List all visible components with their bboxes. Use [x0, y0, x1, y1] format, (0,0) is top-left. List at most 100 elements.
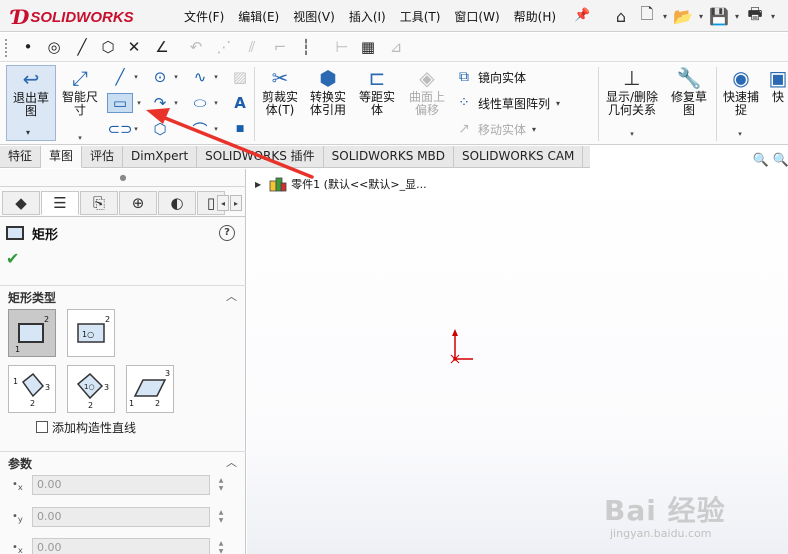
add-construction-checkbox[interactable] [36, 421, 48, 433]
rapid-sketch-button[interactable]: ▣ 快 [768, 65, 788, 104]
arc-tool-icon[interactable]: ↷ [150, 93, 170, 113]
configuration-manager-tab-icon[interactable]: ⎘ [80, 191, 118, 215]
parallelogram-button[interactable]: 1 3 2 [126, 365, 174, 413]
corner-rectangle-button[interactable]: 1 2 [8, 309, 56, 357]
menu-view[interactable]: 视图(V) [287, 6, 341, 26]
rectangle-type-section-header[interactable]: 矩形类型 ︿ [0, 285, 246, 305]
quick-snaps-dropdown-icon[interactable]: ▾ [736, 129, 744, 139]
centerline-icon[interactable]: ┆ [294, 36, 318, 58]
print-icon[interactable]: 🖶 [742, 3, 768, 29]
tab-sketch[interactable]: 草图 [41, 146, 83, 168]
ellipse-tool-icon[interactable]: ⬭ [190, 93, 210, 113]
mirror-entities-button[interactable]: ⧉ 镜向实体 [454, 67, 526, 87]
print-dropdown-icon[interactable]: ▾ [768, 12, 778, 21]
menu-window[interactable]: 窗口(W) [448, 6, 505, 26]
arc-dropdown-icon[interactable]: ▾ [172, 98, 180, 108]
solidworks-logo[interactable]: Ɗ SOLIDWORKS [12, 5, 134, 29]
help-icon[interactable]: ? [219, 225, 235, 241]
dimxpert-manager-tab-icon[interactable]: ⊕ [119, 191, 157, 215]
tab-cam[interactable]: SOLIDWORKS CAM [454, 146, 584, 168]
feature-tree-flyout[interactable]: ▶ 零件1 (默认<<默认>_显... [255, 175, 427, 193]
three-point-center-rectangle-button[interactable]: 1○ 3 2 [67, 365, 115, 413]
new-document-icon[interactable]: 🗋 [634, 3, 660, 29]
exit-sketch-button[interactable]: ↩ 退出草 图 ▾ [6, 65, 56, 141]
trim-x-icon[interactable]: ✕ [122, 36, 146, 58]
feature-manager-tab-icon[interactable]: ◆ [2, 191, 40, 215]
offset-entities-button[interactable]: ⊏ 等距实 体 [354, 65, 400, 117]
tab-evaluate[interactable]: 评估 [82, 146, 124, 168]
quick-snaps-button[interactable]: ◉ 快速捕 捉 [718, 65, 764, 117]
circle-dropdown-icon[interactable]: ▾ [172, 72, 180, 82]
rectangle-dropdown-icon[interactable]: ▾ [135, 98, 143, 108]
line-dropdown-icon[interactable]: ▾ [132, 72, 140, 82]
linear-pattern-dropdown-icon[interactable]: ▾ [556, 99, 560, 108]
zoom-area-icon[interactable]: 🔍 [772, 151, 788, 169]
display-relations-dropdown-icon[interactable]: ▾ [628, 129, 636, 139]
spline-tool-icon[interactable]: ∿ [190, 67, 210, 87]
panel-splitter[interactable]: ● [0, 169, 246, 187]
tab-dimxpert[interactable]: DimXpert [123, 146, 198, 168]
smart-dimension-button[interactable]: ⤢ 智能尺 寸 [58, 65, 102, 117]
exit-sketch-dropdown-icon[interactable]: ▾ [26, 128, 30, 137]
open-dropdown-icon[interactable]: ▾ [696, 12, 706, 21]
center-rectangle-button[interactable]: 1○ 2 [67, 309, 115, 357]
param-spinner-icon[interactable]: ▲ ▼ [214, 507, 228, 527]
toolbar-grip[interactable] [5, 39, 8, 57]
param-y-input[interactable]: 0.00 [32, 507, 210, 527]
line-icon[interactable]: ╱ [70, 36, 94, 58]
text-tool-icon[interactable]: A [230, 93, 250, 113]
polygon-icon[interactable]: ⬡ [96, 36, 120, 58]
smart-dimension-dropdown-icon[interactable]: ▾ [76, 133, 84, 143]
spline-dropdown-icon[interactable]: ▾ [212, 72, 220, 82]
ellipse-dropdown-icon[interactable]: ▾ [212, 98, 220, 108]
rectangle-tool-icon[interactable]: ▭ [107, 93, 133, 113]
fillet-dropdown-icon[interactable]: ▾ [212, 124, 220, 134]
line-tool-icon[interactable]: ╱ [110, 67, 130, 87]
slot-dropdown-icon[interactable]: ▾ [132, 124, 140, 134]
collapse-chevron-icon[interactable]: ︿ [226, 454, 237, 470]
display-manager-tab-icon[interactable]: ◐ [158, 191, 196, 215]
open-folder-icon[interactable]: 📂 [670, 3, 696, 29]
add-construction-lines[interactable]: 添加构造性直线 [36, 419, 136, 435]
circle-icon[interactable]: ◎ [42, 36, 66, 58]
tab-scroll-left-icon[interactable]: ◂ [217, 195, 229, 211]
point-icon[interactable]: • [16, 36, 40, 58]
menu-help[interactable]: 帮助(H) [508, 6, 562, 26]
save-dropdown-icon[interactable]: ▾ [732, 12, 742, 21]
menu-insert[interactable]: 插入(I) [343, 6, 392, 26]
property-manager-tab-icon[interactable]: ☰ [41, 191, 79, 215]
fillet-tool-icon[interactable]: ⌒ [190, 119, 210, 139]
home-icon[interactable]: ⌂ [608, 3, 634, 29]
slot-tool-icon[interactable]: ⊂⊃ [107, 119, 132, 139]
menu-tools[interactable]: 工具(T) [394, 6, 447, 26]
param-x-input[interactable]: 0.00 [32, 475, 210, 495]
display-relations-button[interactable]: ⊥ 显示/删除 几何关系 [600, 65, 664, 117]
circle-tool-icon[interactable]: ⊙ [150, 67, 170, 87]
param-spinner-icon[interactable]: ▲ ▼ [214, 538, 228, 554]
param-x2-input[interactable]: 0.00 [32, 538, 210, 554]
param-spinner-icon[interactable]: ▲ ▼ [214, 475, 228, 495]
convert-entities-button[interactable]: ⬢ 转换实 体引用 [304, 65, 352, 117]
new-dropdown-icon[interactable]: ▾ [660, 12, 670, 21]
polygon-tool-icon[interactable]: ⬡ [150, 119, 170, 139]
zoom-to-fit-icon[interactable]: 🔍 [752, 151, 770, 169]
expand-arrow-icon[interactable]: ▶ [255, 180, 261, 189]
repair-sketch-button[interactable]: 🔧 修复草 图 [666, 65, 712, 117]
tab-features[interactable]: 特征 [0, 146, 42, 168]
menu-file[interactable]: 文件(F) [178, 6, 230, 26]
tab-scroll-right-icon[interactable]: ▸ [230, 195, 242, 211]
ok-check-icon[interactable]: ✔ [6, 249, 19, 268]
three-point-corner-rectangle-button[interactable]: 1 3 2 [8, 365, 56, 413]
trim-entities-button[interactable]: ✂ 剪裁实 体(T) [258, 65, 302, 117]
graphics-area[interactable]: 🔍 🔍 ▶ 零件1 (默认<<默认>_显... Bai 经验 jingyan.b… [247, 153, 788, 554]
pin-icon[interactable]: 📌 [574, 8, 590, 24]
tab-mbd[interactable]: SOLIDWORKS MBD [324, 146, 454, 168]
angle-icon[interactable]: ∠ [150, 36, 174, 58]
save-icon[interactable]: 💾 [706, 3, 732, 29]
grid-icon[interactable]: ▦ [356, 36, 380, 58]
collapse-chevron-icon[interactable]: ︿ [226, 288, 237, 304]
linear-pattern-button[interactable]: ⁘ 线性草图阵列 ▾ [454, 93, 560, 113]
menu-edit[interactable]: 编辑(E) [232, 6, 285, 26]
point-tool-icon[interactable]: ■ [230, 119, 250, 139]
parameters-section-header[interactable]: 参数 ︿ [0, 451, 246, 471]
